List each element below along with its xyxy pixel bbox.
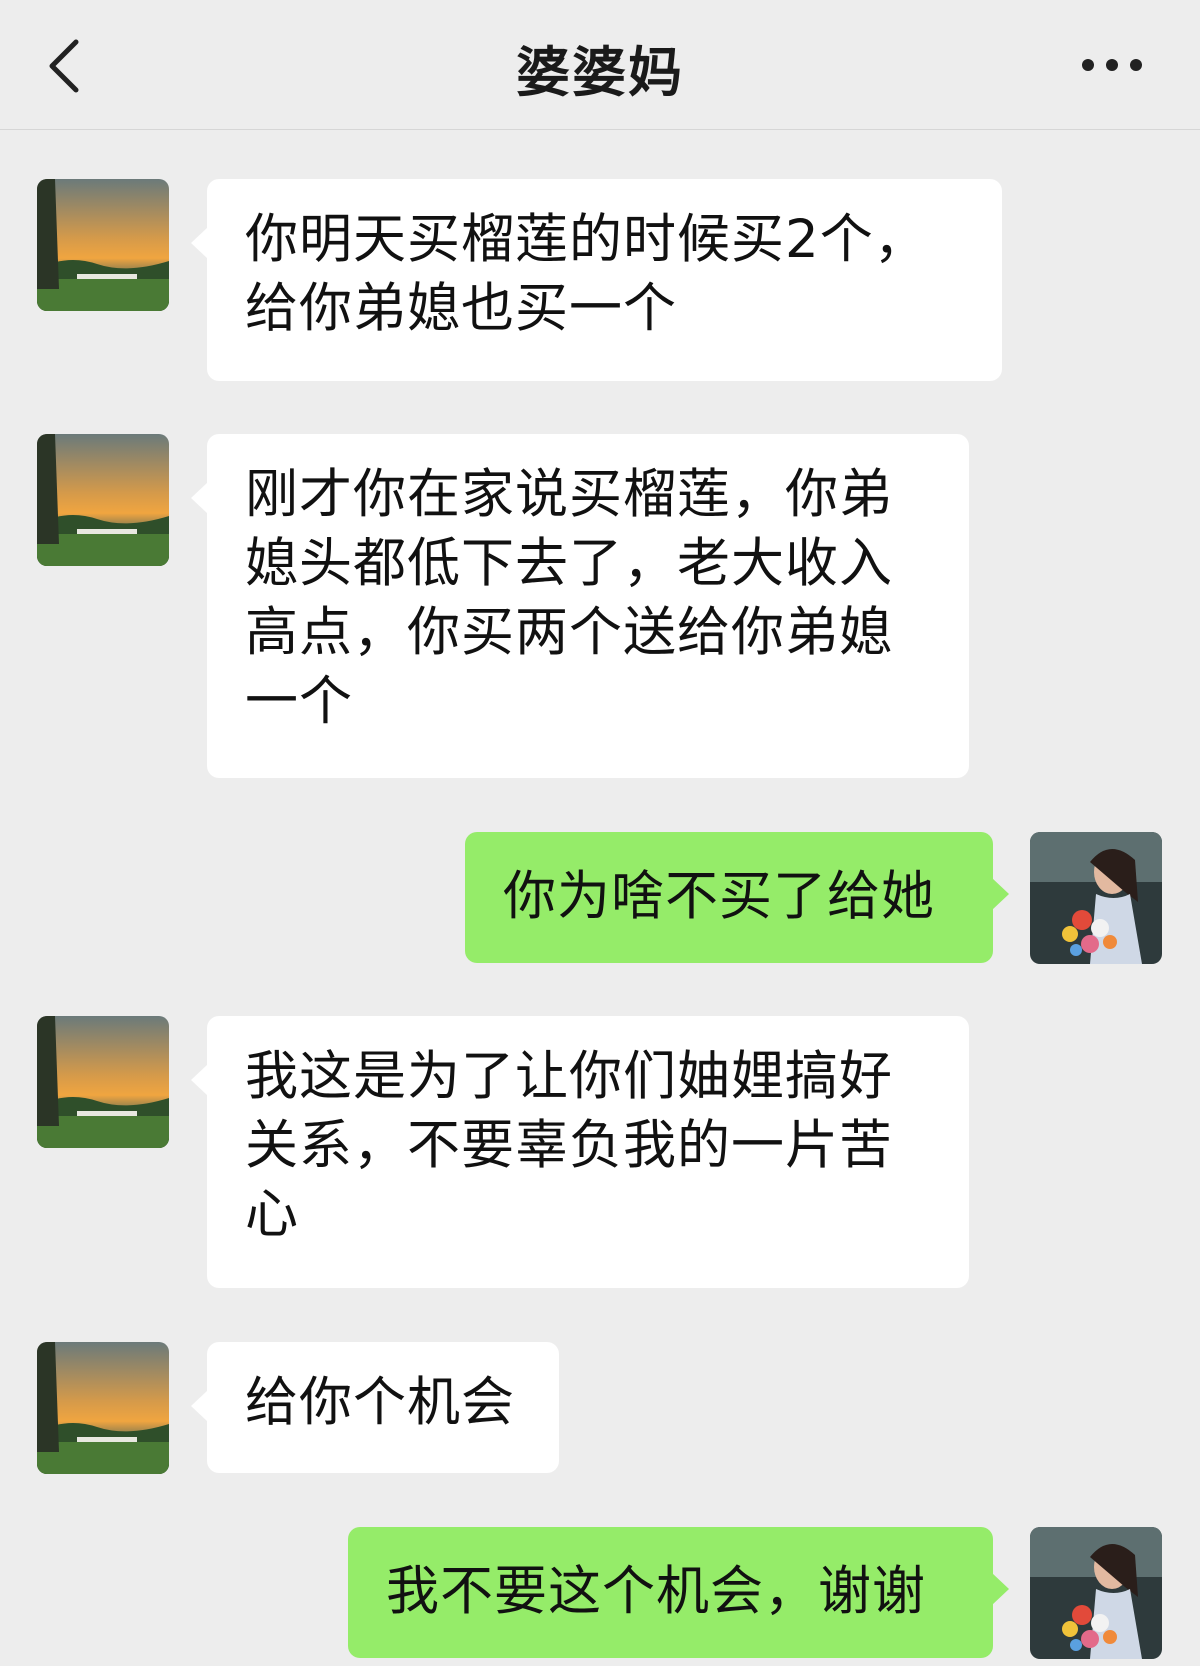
message-bubble-outgoing[interactable]: 你为啥不买了给她 [465,832,1009,963]
message-bubble-incoming[interactable]: 你明天买榴莲的时候买2个，给你弟媳也买一个 [191,179,1002,381]
more-options-button[interactable] [1070,40,1160,90]
message-bubble-incoming[interactable]: 我这是为了让你们妯娌搞好关系，不要辜负我的一片苦心 [191,1016,969,1288]
chat-header: 婆婆妈 [0,0,1200,130]
woman-with-flowers-avatar-icon [1030,832,1162,964]
message-bubble-outgoing[interactable]: 我不要这个机会，谢谢 [348,1527,1009,1658]
contact-avatar[interactable] [37,179,169,311]
chat-title: 婆婆妈 [516,41,684,104]
user-avatar[interactable] [1030,832,1162,964]
contact-avatar[interactable] [37,434,169,566]
message-bubble-incoming[interactable]: 刚才你在家说买榴莲，你弟媳头都低下去了，老大收入高点，你买两个送给你弟媳一个 [191,434,969,778]
user-avatar[interactable] [1030,1527,1162,1659]
woman-with-flowers-avatar-icon [1030,1527,1162,1659]
sunset-landscape-avatar-icon [37,179,169,311]
sunset-landscape-avatar-icon [37,434,169,566]
sunset-landscape-avatar-icon [37,1016,169,1148]
sunset-landscape-avatar-icon [37,1342,169,1474]
contact-avatar[interactable] [37,1342,169,1474]
message-bubble-incoming[interactable]: 给你个机会 [191,1342,559,1473]
more-dots-icon [1082,59,1142,71]
chat-screen: 婆婆妈 你明天买榴莲的时候买2个，给你弟媳也买一个 刚才你在家说买榴莲，你弟媳头… [0,0,1200,1666]
contact-avatar[interactable] [37,1016,169,1148]
